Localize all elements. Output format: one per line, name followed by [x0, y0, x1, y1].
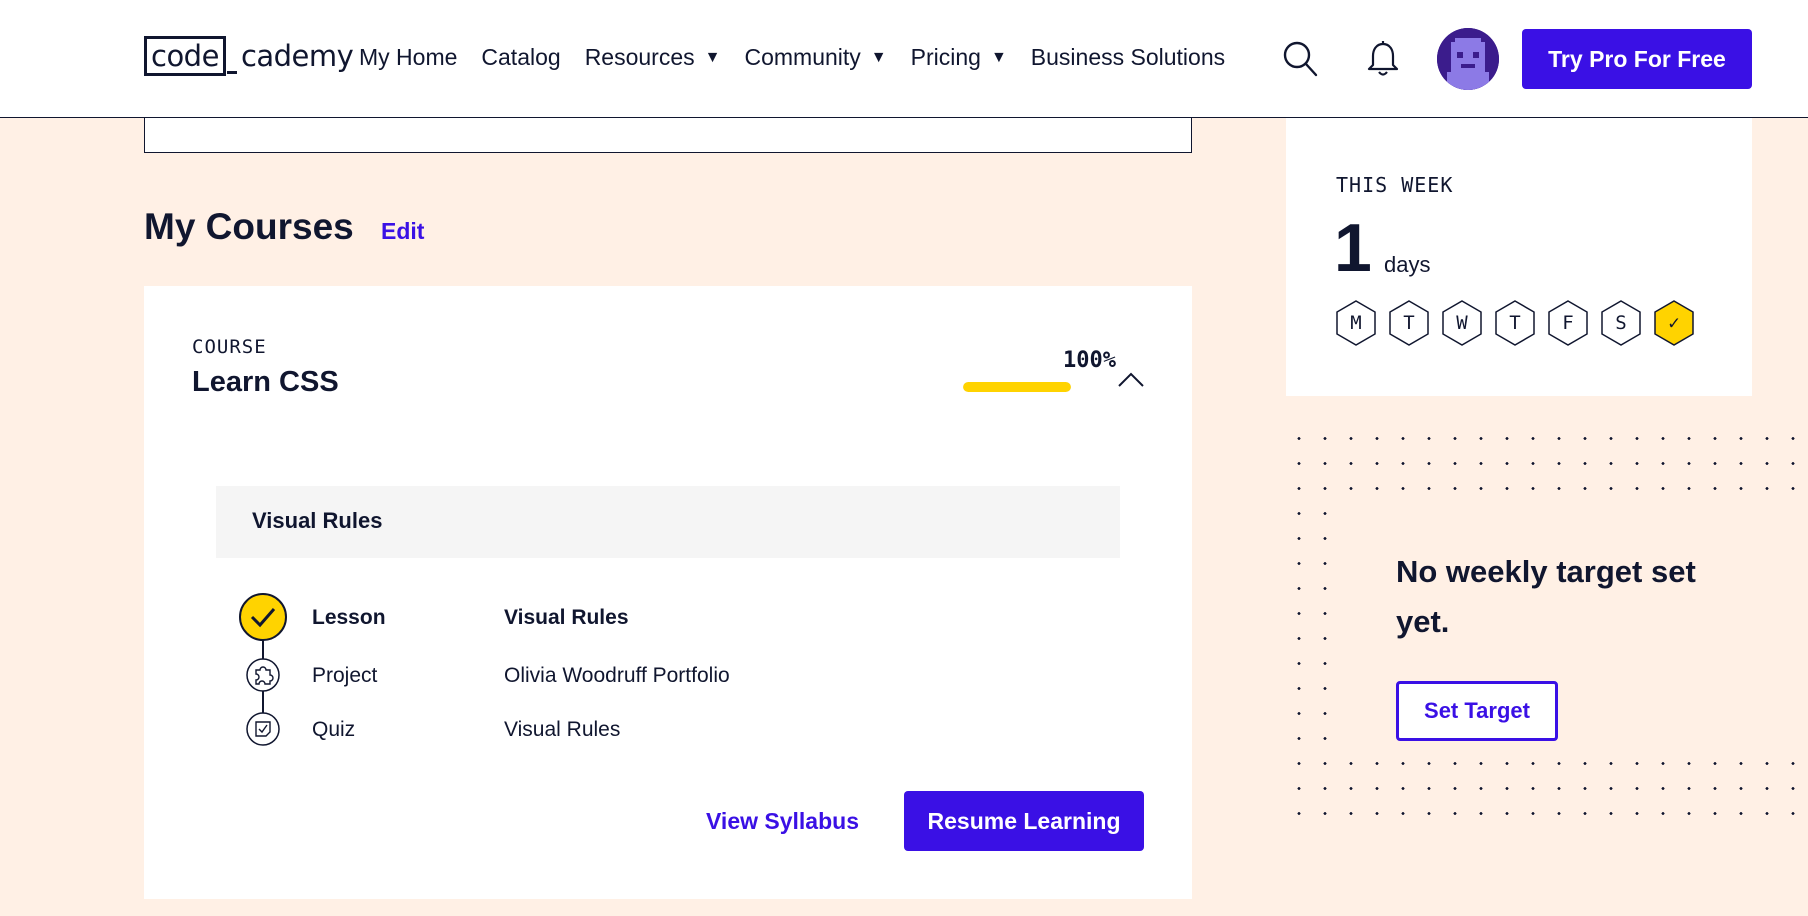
chevron-up-icon[interactable]: [1116, 370, 1146, 390]
search-icon[interactable]: [1282, 40, 1318, 78]
day-hex: F: [1548, 300, 1588, 346]
caret-down-icon: ▼: [870, 48, 887, 66]
day-letter: T: [1509, 312, 1521, 334]
nav-pricing-label: Pricing: [910, 44, 981, 70]
nav-community[interactable]: Community ▼: [744, 44, 886, 71]
nav-my-home-label: My Home: [359, 44, 458, 70]
caret-down-icon: ▼: [704, 48, 721, 66]
day-letter: W: [1456, 312, 1468, 334]
day-hex: W: [1442, 300, 1482, 346]
quiz-icon: [246, 712, 280, 746]
progress-bar-fill: [963, 382, 1071, 392]
logo-code-box: code: [144, 36, 226, 76]
item-type: Project: [312, 664, 378, 687]
check-icon: ✓: [1668, 312, 1680, 334]
day-letter: T: [1403, 312, 1415, 334]
streak-unit: days: [1384, 252, 1431, 277]
module-header[interactable]: Visual Rules: [216, 486, 1120, 558]
list-item[interactable]: Project Olivia Woodruff Portfolio: [236, 658, 1116, 698]
avatar-pixel-image: [1437, 28, 1499, 90]
module-items: Lesson Visual Rules Project Olivia Woodr…: [236, 592, 1116, 762]
bell-icon[interactable]: [1365, 40, 1401, 78]
weekly-target-content: No weekly target set yet. Set Target: [1340, 501, 1808, 741]
nav-business-solutions-label: Business Solutions: [1030, 44, 1226, 70]
item-name: Visual Rules: [504, 718, 621, 741]
progress-percent: 100%: [1063, 348, 1116, 373]
main-nav: My Home Catalog Resources ▼ Community ▼ Pr…: [359, 44, 1249, 71]
nav-community-label: Community: [744, 44, 861, 70]
day-hex: M: [1336, 300, 1376, 346]
caret-down-icon: ▼: [990, 48, 1007, 66]
item-name: Olivia Woodruff Portfolio: [504, 664, 730, 687]
course-kicker: COURSE: [192, 336, 267, 358]
resume-learning-button[interactable]: Resume Learning: [904, 791, 1144, 851]
nav-resources[interactable]: Resources ▼: [585, 44, 721, 71]
day-letter: F: [1562, 312, 1574, 334]
logo-cademy: cademy: [240, 39, 354, 73]
nav-resources-label: Resources: [584, 44, 695, 70]
list-item[interactable]: Quiz Visual Rules: [236, 712, 1116, 752]
item-type: Lesson: [312, 606, 386, 629]
day-hex: T: [1389, 300, 1429, 346]
weekly-target-panel: No weekly target set yet. Set Target: [1286, 426, 1808, 816]
site-header: code cademy My Home Catalog Resources ▼ Co…: [0, 0, 1808, 118]
no-target-message: No weekly target set yet.: [1396, 554, 1696, 639]
streak-card: THIS WEEK 1 days M T W T F S ✓: [1286, 100, 1752, 396]
nav-catalog[interactable]: Catalog: [481, 44, 560, 71]
streak-count: 1: [1334, 210, 1372, 286]
day-hex: S: [1601, 300, 1641, 346]
this-week-label: THIS WEEK: [1336, 173, 1454, 197]
edit-courses-link[interactable]: Edit: [381, 218, 424, 245]
item-type: Quiz: [312, 718, 356, 741]
course-card: COURSE Learn CSS 100% Visual Rules Lesso…: [144, 286, 1192, 899]
puzzle-icon: [246, 658, 280, 692]
avatar[interactable]: [1437, 28, 1499, 90]
progress-bar: [963, 382, 1071, 392]
logo-cursor: [226, 71, 237, 74]
nav-pricing[interactable]: Pricing ▼: [911, 44, 1007, 71]
day-letter: M: [1350, 312, 1362, 334]
nav-business-solutions[interactable]: Business Solutions: [1031, 44, 1225, 71]
weekday-row: M T W T F S ✓: [1336, 300, 1694, 346]
codecademy-logo[interactable]: code cademy: [144, 36, 354, 76]
item-name: Visual Rules: [504, 606, 629, 629]
check-icon: [239, 593, 287, 641]
nav-catalog-label: Catalog: [481, 44, 561, 70]
view-syllabus-link[interactable]: View Syllabus: [706, 808, 859, 835]
try-pro-button[interactable]: Try Pro For Free: [1522, 29, 1752, 89]
day-hex-active: ✓: [1654, 300, 1694, 346]
course-title[interactable]: Learn CSS: [192, 366, 339, 399]
nav-my-home[interactable]: My Home: [359, 44, 457, 71]
day-hex: T: [1495, 300, 1535, 346]
list-item[interactable]: Lesson Visual Rules: [236, 592, 1116, 641]
set-target-button[interactable]: Set Target: [1396, 681, 1558, 741]
my-courses-title: My Courses: [144, 206, 354, 247]
day-letter: S: [1615, 312, 1627, 334]
module-title: Visual Rules: [252, 508, 383, 533]
